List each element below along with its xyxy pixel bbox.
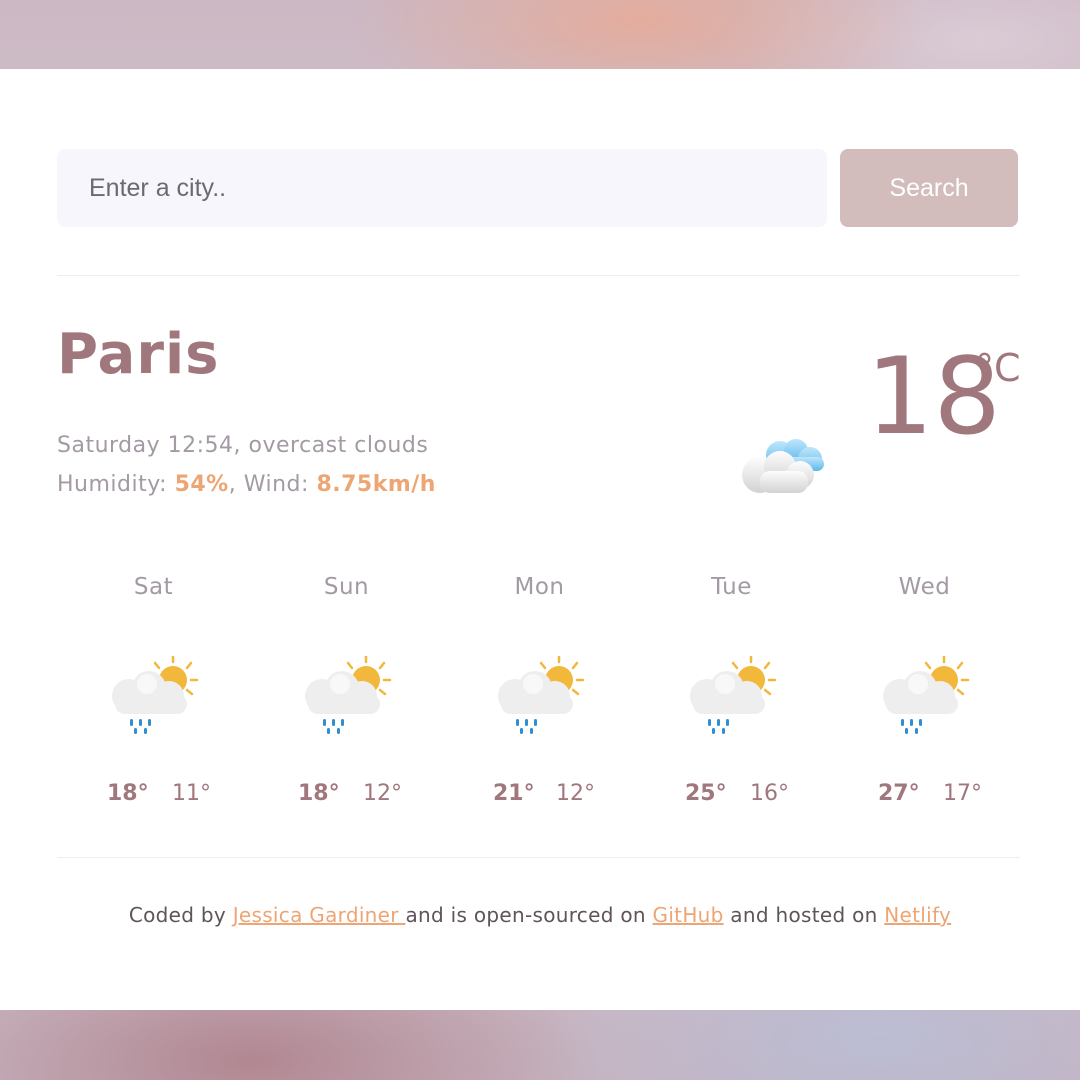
sun-cloud-rain-icon bbox=[305, 656, 392, 734]
city-search-input[interactable] bbox=[57, 149, 827, 227]
search-button[interactable]: Search bbox=[840, 149, 1018, 227]
footer-text-open-sourced: and is open-sourced on bbox=[405, 903, 653, 927]
humidity-wind-line: Humidity: 54%, Wind: 8.75km/h bbox=[57, 465, 436, 504]
humidity-label: Humidity: bbox=[57, 472, 175, 497]
netlify-link[interactable]: Netlify bbox=[884, 903, 951, 927]
forecast-temp-max: 25° bbox=[685, 781, 727, 806]
temperature-unit-celsius[interactable]: °C bbox=[975, 346, 1021, 390]
forecast-day-name: Mon bbox=[514, 574, 565, 600]
sun-cloud-rain-icon bbox=[690, 656, 777, 734]
forecast-temp-min: 11° bbox=[172, 781, 211, 806]
forecast-day-name: Sun bbox=[323, 574, 370, 600]
forecast-day-name: Sat bbox=[133, 574, 174, 600]
forecast-day: Tue 25° 16° bbox=[635, 574, 828, 824]
sun-cloud-rain-icon bbox=[112, 656, 199, 734]
forecast-day-name: Wed bbox=[898, 574, 951, 600]
divider-top bbox=[57, 275, 1020, 276]
overcast-clouds-icon bbox=[742, 439, 824, 493]
weather-card: Search Paris Saturday 12:54, overcast cl… bbox=[0, 69, 1080, 1010]
wind-label: Wind: bbox=[243, 472, 317, 497]
humidity-value: 54% bbox=[174, 472, 229, 497]
city-name: Paris bbox=[57, 322, 220, 387]
search-form: Search bbox=[57, 149, 1018, 227]
forecast-day-name: Tue bbox=[711, 574, 752, 600]
forecast-day: Wed 27° 17° bbox=[828, 574, 1021, 824]
forecast-list: Sat 18° 11° Sun 18° 12° Mon 21° 12° Tue 25° 16° Wed 2… bbox=[57, 574, 1020, 824]
forecast-temp-min: 12° bbox=[556, 781, 595, 806]
current-details: Saturday 12:54, overcast clouds Humidity… bbox=[57, 426, 436, 504]
forecast-temp-min: 17° bbox=[943, 781, 982, 806]
author-link[interactable]: Jessica Gardiner bbox=[233, 903, 406, 927]
forecast-temp-max: 27° bbox=[878, 781, 920, 806]
forecast-day: Mon 21° 12° bbox=[443, 574, 636, 824]
forecast-temp-min: 16° bbox=[750, 781, 789, 806]
details-separator: , bbox=[228, 472, 244, 497]
divider-bottom bbox=[57, 857, 1020, 858]
forecast-temp-max: 18° bbox=[298, 781, 340, 806]
footer-text-hosted-on: and hosted on bbox=[723, 903, 885, 927]
forecast-temp-max: 18° bbox=[107, 781, 149, 806]
forecast-temp-max: 21° bbox=[493, 781, 535, 806]
github-link[interactable]: GitHub bbox=[653, 903, 724, 927]
wind-value: 8.75km/h bbox=[316, 472, 436, 497]
forecast-temp-min: 12° bbox=[363, 781, 402, 806]
footer: Coded by Jessica Gardiner and is open-so… bbox=[0, 903, 1080, 927]
sun-cloud-rain-icon bbox=[883, 656, 970, 734]
footer-text-coded-by: Coded by bbox=[128, 903, 233, 927]
sun-cloud-rain-icon bbox=[498, 656, 585, 734]
forecast-day: Sun 18° 12° bbox=[250, 574, 443, 824]
datetime-description: Saturday 12:54, overcast clouds bbox=[57, 433, 429, 458]
forecast-day: Sat 18° 11° bbox=[57, 574, 250, 824]
